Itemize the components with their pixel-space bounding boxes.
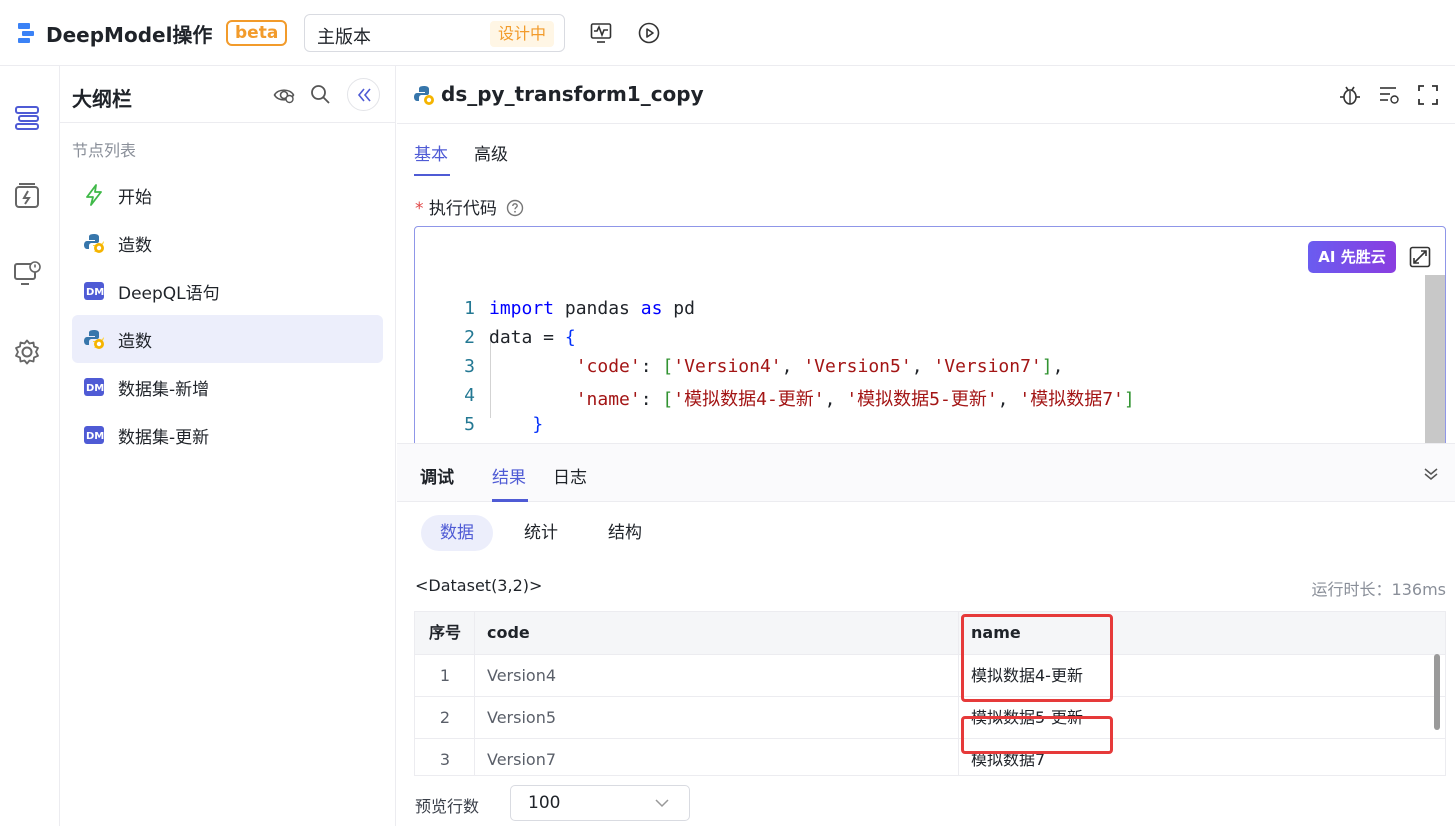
svg-text:DM: DM: [86, 287, 104, 298]
code-editor[interactable]: AI 先胜云 1 import pandas as pd 2 data = { 3 …: [414, 226, 1446, 456]
dm-icon: DM: [84, 426, 104, 444]
dm-icon: DM: [84, 282, 104, 300]
node-label: 造数: [118, 235, 152, 256]
svg-text:DM: DM: [86, 383, 104, 394]
preview-rows-value: 100: [528, 793, 561, 813]
node-name-title: ds_py_transform1_copy: [441, 82, 704, 106]
node-list-title: 节点列表: [72, 141, 137, 160]
version-label: 主版本: [317, 27, 371, 48]
subtab-data[interactable]: 数据: [421, 515, 493, 551]
code-line: 1 import pandas as pd: [464, 298, 695, 319]
cell-code: Version4: [487, 666, 557, 685]
version-status-badge: 设计中: [489, 21, 554, 47]
node-item-python-active[interactable]: 造数: [72, 315, 383, 363]
node-item-python[interactable]: 造数: [72, 219, 383, 267]
node-label: 开始: [118, 187, 152, 208]
version-selector[interactable]: 主版本 设计中: [304, 14, 565, 52]
table-row: 3 Version7 模拟数据7: [415, 738, 1445, 780]
chevron-down-icon: [655, 799, 669, 808]
code-line: 3 'code': ['Version4', 'Version5', 'Vers…: [464, 356, 1064, 377]
highlight-box-version7: [961, 716, 1113, 754]
code-label-text: 执行代码: [428, 199, 497, 219]
double-chevron-left-icon: [357, 87, 371, 102]
dataset-label: <Dataset(3,2)>: [415, 576, 543, 595]
column-divider: [474, 612, 475, 775]
tab-active-underline: [492, 499, 528, 502]
preview-rows-label: 预览行数: [415, 797, 480, 816]
visibility-icon[interactable]: [273, 84, 295, 106]
tab-basic[interactable]: 基本: [414, 140, 448, 165]
code-line: 4 'name': ['模拟数据4-更新', '模拟数据5-更新', '模拟数据…: [464, 385, 1135, 410]
cell-index: 1: [439, 666, 451, 685]
preview-rows-select[interactable]: 100: [510, 785, 690, 821]
node-label: 数据集-更新: [118, 427, 210, 448]
column-header-index: 序号: [415, 612, 475, 654]
results-panel: 调试 结果 日志 数据 统计 结构 <Dataset(3,2)> 运行时长：13…: [397, 443, 1455, 826]
table-row: 2 Version5 模拟数据5-更新: [415, 696, 1445, 738]
trigger-box-icon[interactable]: [13, 182, 41, 210]
code-scrollbar[interactable]: [1425, 275, 1445, 455]
monitor-pulse-icon[interactable]: [590, 22, 612, 44]
outline-panel: 大纲栏 节点列表 开始 造数 DM DeepQL语句 造数 DM 数据集-新增 …: [60, 66, 396, 826]
node-item-start[interactable]: 开始: [72, 171, 383, 219]
table-scrollbar[interactable]: [1434, 654, 1440, 730]
python-icon: [414, 86, 434, 105]
svg-text:DM: DM: [86, 431, 104, 442]
subtab-structure[interactable]: 结构: [589, 515, 661, 551]
tab-advanced[interactable]: 高级: [474, 140, 508, 165]
node-item-dataset-add[interactable]: DM 数据集-新增: [72, 363, 383, 411]
table-row: 1 Version4 模拟数据4-更新: [415, 654, 1445, 696]
result-table: 序号 code name 1 Version4 模拟数据4-更新 2 Versi…: [414, 611, 1446, 776]
node-header: ds_py_transform1_copy: [397, 66, 1455, 124]
python-icon: [84, 234, 104, 253]
dm-icon: DM: [84, 378, 104, 396]
main-panel: ds_py_transform1_copy 基本 高级 * 执行代码 AI 先胜…: [397, 66, 1455, 826]
left-rail: [0, 66, 60, 826]
help-icon[interactable]: [506, 199, 524, 217]
tab-result[interactable]: 结果: [492, 463, 526, 488]
column-divider: [958, 612, 959, 775]
node-item-deepql[interactable]: DM DeepQL语句: [72, 267, 383, 315]
top-bar: DeepModel操作 beta 主版本 设计中: [0, 0, 1455, 66]
cell-index: 3: [439, 750, 451, 769]
cell-code: Version7: [487, 750, 557, 769]
outline-header: 大纲栏: [60, 66, 396, 123]
bolt-icon: [86, 184, 102, 206]
list-settings-icon[interactable]: [1378, 84, 1400, 106]
app-title: DeepModel操作: [46, 23, 213, 47]
code-line: 2 data = {: [464, 327, 576, 348]
tab-log[interactable]: 日志: [553, 463, 587, 488]
monitor-alert-icon[interactable]: [13, 260, 41, 288]
ai-assistant-button[interactable]: AI 先胜云: [1308, 241, 1396, 273]
play-icon[interactable]: [638, 22, 660, 44]
tab-debug[interactable]: 调试: [420, 463, 454, 488]
node-label: 造数: [118, 331, 152, 352]
debug-bug-icon[interactable]: [1339, 84, 1361, 106]
node-label: DeepQL语句: [118, 283, 220, 304]
cell-code: Version5: [487, 708, 557, 727]
search-icon[interactable]: [310, 84, 331, 105]
required-mark: *: [415, 199, 424, 219]
code-line: 5 }: [464, 414, 544, 435]
tab-active-underline: [414, 174, 450, 176]
fullscreen-icon[interactable]: [1417, 84, 1439, 106]
beta-badge: beta: [226, 20, 288, 46]
subtab-stats[interactable]: 统计: [505, 515, 577, 551]
logo-icon: [18, 23, 34, 43]
code-field-label: * 执行代码: [415, 194, 524, 219]
outline-icon[interactable]: [13, 104, 41, 132]
node-item-dataset-update[interactable]: DM 数据集-更新: [72, 411, 383, 459]
outline-title: 大纲栏: [72, 87, 132, 111]
cell-index: 2: [439, 708, 451, 727]
runtime-label: 运行时长：136ms: [1311, 580, 1446, 599]
python-icon: [84, 330, 104, 349]
double-chevron-down-icon[interactable]: [1423, 466, 1439, 482]
column-header-code: code: [475, 612, 959, 654]
collapse-panel-button[interactable]: [347, 78, 380, 111]
expand-editor-icon[interactable]: [1409, 246, 1431, 268]
results-tab-bar: 调试 结果 日志: [397, 444, 1455, 502]
node-label: 数据集-新增: [118, 379, 210, 400]
settings-gear-icon[interactable]: [13, 338, 41, 366]
highlight-box-updated: [961, 614, 1113, 702]
